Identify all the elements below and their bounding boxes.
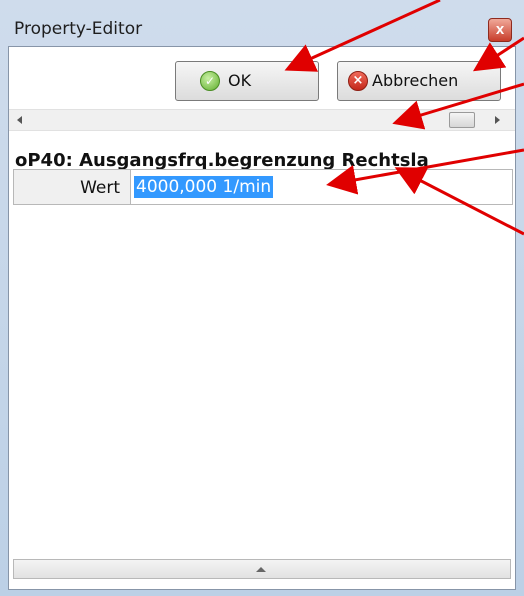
horizontal-scrollbar[interactable] xyxy=(9,109,515,131)
window-title: Property-Editor xyxy=(14,19,143,39)
property-value-text[interactable]: 4000,000 1/min xyxy=(134,176,274,198)
cancel-button[interactable]: × Abbrechen xyxy=(337,61,501,101)
title-bar: Property-Editor x xyxy=(0,0,524,46)
property-value-input[interactable]: 4000,000 1/min xyxy=(134,176,274,198)
property-editor-window: Property-Editor x ✓ OK × Abbrechen oP40:… xyxy=(0,0,524,596)
ok-button[interactable]: ✓ OK xyxy=(175,61,319,101)
property-label: Wert xyxy=(80,178,120,198)
property-heading: oP40: Ausgangsfrq.begrenzung Rechtsla xyxy=(15,150,429,171)
property-row: Wert 4000,000 1/min xyxy=(13,169,513,205)
scrollbar-thumb[interactable] xyxy=(449,112,475,128)
check-circle-icon: ✓ xyxy=(200,71,220,91)
cancel-button-label: Abbrechen xyxy=(372,71,459,90)
ok-button-label: OK xyxy=(228,71,252,90)
expand-up-icon xyxy=(256,567,266,572)
close-button[interactable]: x xyxy=(488,18,512,42)
close-icon: x xyxy=(495,21,505,38)
arrow-right-icon[interactable] xyxy=(495,116,500,124)
property-label-cell: Wert xyxy=(14,170,131,204)
arrow-left-icon[interactable] xyxy=(17,116,22,124)
red-x-icon: × xyxy=(348,71,368,91)
editor-client-area: ✓ OK × Abbrechen oP40: Ausgangsfrq.begre… xyxy=(8,46,516,590)
bottom-splitter[interactable] xyxy=(13,559,511,579)
